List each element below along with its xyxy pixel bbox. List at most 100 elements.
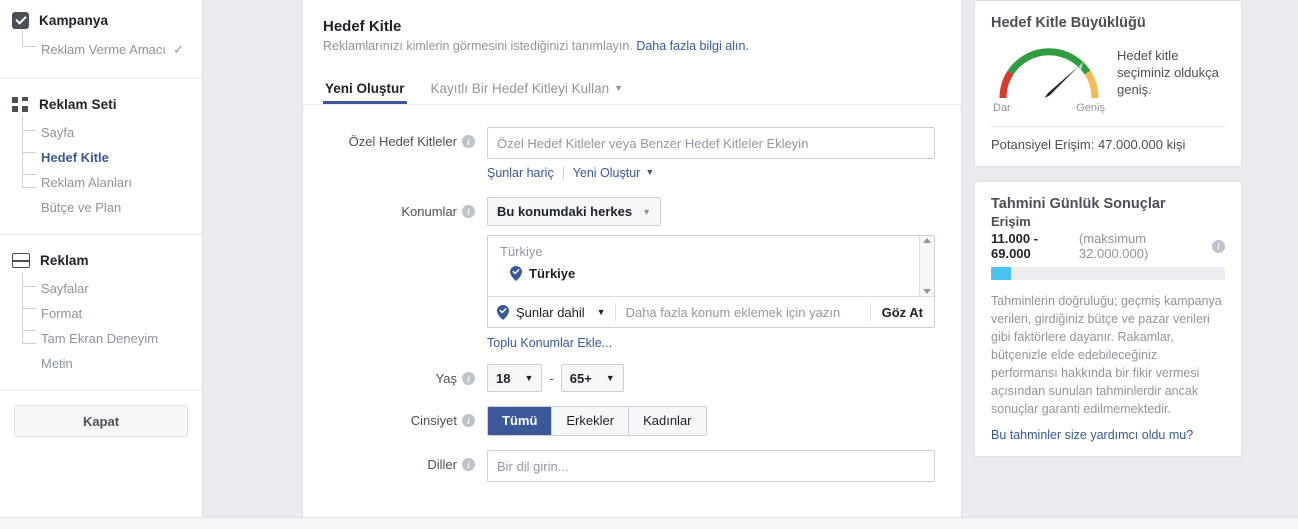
- map-pin-check-icon: [497, 304, 509, 320]
- age-min-select[interactable]: 18 ▼: [487, 364, 543, 392]
- languages-input[interactable]: [487, 450, 935, 482]
- estimated-range-value: 11.000 - 69.000: [991, 231, 1038, 261]
- scroll-up-icon[interactable]: [923, 238, 931, 243]
- sidebar-item-format[interactable]: Format: [0, 301, 202, 326]
- sidebar-section-title: Reklam Seti: [39, 97, 117, 112]
- chevron-down-icon: ▼: [614, 83, 624, 93]
- gauge-label-narrow: Dar: [993, 102, 1011, 114]
- sidebar-item-metin[interactable]: Metin: [0, 351, 202, 376]
- exclude-link[interactable]: Şunlar hariç: [487, 166, 554, 180]
- info-icon[interactable]: i: [462, 414, 475, 427]
- field-row-languages: Diller i: [323, 450, 941, 482]
- chevron-down-icon: ▼: [524, 373, 534, 383]
- ads-manager-audience-page: Kampanya Reklam Verme Amacı ✓ Reklam Set…: [0, 0, 1298, 529]
- custom-audiences-sublinks: Şunlar hariç Yeni Oluştur ▼: [487, 166, 941, 180]
- bulk-add-locations-link[interactable]: Toplu Konumlar Ekle...: [487, 336, 612, 350]
- info-icon[interactable]: i: [1212, 239, 1225, 253]
- gender-option-tumu[interactable]: Tümü: [488, 407, 553, 435]
- custom-audiences-label-group: Özel Hedef Kitleler i: [323, 127, 475, 149]
- audience-form: Özel Hedef Kitleler i Şunlar hariç Yeni …: [303, 105, 961, 482]
- main-panel: Hedef Kitle Reklamlarınızı kimlerin görm…: [302, 0, 962, 517]
- field-row-gender: Cinsiyet i Tümü Erkekler Kadınlar: [323, 406, 941, 436]
- age-label-group: Yaş i: [323, 364, 475, 386]
- gender-option-kadinlar[interactable]: Kadınlar: [629, 407, 706, 435]
- chevron-down-icon: ▼: [605, 373, 615, 383]
- age-label: Yaş: [435, 371, 457, 386]
- sidebar-item-label: Bütçe ve Plan: [41, 200, 122, 215]
- selected-locations-list: Türkiye Türkiye: [488, 236, 934, 296]
- browse-button[interactable]: Göz At: [871, 305, 934, 320]
- sidebar-item-reklam-verme-amaci[interactable]: Reklam Verme Amacı ✓: [0, 37, 202, 62]
- locations-label-group: Konumlar i: [323, 197, 475, 219]
- sidebar-item-sayfa[interactable]: Sayfa: [0, 120, 202, 145]
- field-row-age: Yaş i 18 ▼ - 65+ ▼: [323, 364, 941, 392]
- estimated-max-note: (maksimum 32.000.000): [1078, 231, 1149, 261]
- locations-field: Bu konumdaki herkes ▼ Türkiye Türkiye Şu…: [475, 197, 941, 350]
- tab-kayitli-hedef-kitle[interactable]: Kayıtlı Bir Hedef Kitleyi Kullan ▼: [429, 75, 626, 104]
- estimated-metric-label: Erişim: [991, 214, 1031, 229]
- sidebar-item-sayfalar[interactable]: Sayfalar: [0, 276, 202, 301]
- age-max-select[interactable]: 65+ ▼: [560, 364, 624, 392]
- divider: [562, 167, 564, 179]
- tab-yeni-olustur[interactable]: Yeni Oluştur: [323, 75, 407, 104]
- locations-scrollbar[interactable]: [919, 236, 934, 296]
- estimated-results-title: Tahmini Günlük Sonuçlar: [991, 196, 1166, 212]
- tab-label: Yeni Oluştur: [325, 81, 405, 96]
- create-new-link[interactable]: Yeni Oluştur ▼: [573, 166, 655, 180]
- sidebar-section-header-reklam-seti[interactable]: Reklam Seti: [0, 79, 202, 120]
- location-item-label: Türkiye: [529, 266, 576, 281]
- gauge-svg: [999, 48, 1099, 99]
- info-icon[interactable]: i: [462, 135, 475, 148]
- sidebar-item-label: Metin: [41, 356, 73, 371]
- close-button[interactable]: Kapat: [14, 405, 188, 437]
- age-separator: -: [549, 370, 554, 386]
- main-panel-bottom-edge: [302, 503, 962, 517]
- sidebar-item-hedef-kitle[interactable]: Hedef Kitle: [0, 145, 202, 170]
- sidebar-item-label: Reklam Verme Amacı: [41, 42, 166, 57]
- custom-audiences-input[interactable]: [487, 127, 935, 159]
- age-field: 18 ▼ - 65+ ▼: [475, 364, 941, 392]
- sidebar-item-butce-ve-plan[interactable]: Bütçe ve Plan: [0, 195, 202, 220]
- age-max-value: 65+: [569, 370, 592, 386]
- sidebar-items-kampanya: Reklam Verme Amacı ✓: [0, 31, 202, 78]
- sidebar-section-header-reklam[interactable]: Reklam: [0, 235, 202, 276]
- info-icon[interactable]: i: [462, 205, 475, 218]
- audience-size-card: Hedef Kitle Büyüklüğü Dar Geniş Hedef ki…: [974, 0, 1242, 167]
- custom-audiences-field: Şunlar hariç Yeni Oluştur ▼: [475, 127, 941, 180]
- estimated-results-card: Tahmini Günlük Sonuçlar Erişim 11.000 - …: [974, 181, 1242, 457]
- audience-size-gauge-group: Dar Geniş Hedef kitle seçiminiz oldukça …: [991, 41, 1225, 114]
- location-item-turkiye[interactable]: Türkiye: [488, 263, 934, 281]
- gender-label: Cinsiyet: [410, 413, 457, 428]
- sidebar-item-reklam-alanlari[interactable]: Reklam Alanları: [0, 170, 202, 195]
- gender-label-group: Cinsiyet i: [323, 406, 475, 428]
- sidebar-item-label: Sayfalar: [41, 281, 89, 296]
- sidebar-section-reklam-seti: Reklam Seti Sayfa Hedef Kitle Reklam Ala…: [0, 79, 202, 235]
- gender-option-erkekler[interactable]: Erkekler: [552, 407, 630, 435]
- estimated-range-row: 11.000 - 69.000 (maksimum 32.000.000) i: [991, 231, 1225, 261]
- page-bottom-strip: [0, 517, 1298, 529]
- estimates-feedback-link[interactable]: Bu tahminler size yardımcı oldu mu?: [991, 428, 1193, 442]
- location-mode-select[interactable]: Bu konumdaki herkes ▼: [487, 197, 662, 226]
- map-pin-check-icon: [510, 266, 522, 281]
- sidebar-item-tam-ekran-deneyim[interactable]: Tam Ekran Deneyim: [0, 326, 202, 351]
- chevron-down-icon: ▼: [596, 307, 606, 317]
- page-subtitle-text: Reklamlarınızı kimlerin görmesini istedi…: [323, 39, 633, 53]
- page-title: Hedef Kitle: [323, 18, 402, 35]
- sidebar-item-label: Format: [41, 306, 83, 321]
- include-mode-select[interactable]: Şunlar dahil ▼: [488, 304, 615, 320]
- estimated-reach-bar-track: [991, 267, 1225, 280]
- info-icon[interactable]: i: [462, 458, 475, 471]
- field-row-custom-audiences: Özel Hedef Kitleler i Şunlar hariç Yeni …: [323, 127, 941, 180]
- sidebar-items-reklam-seti: Sayfa Hedef Kitle Reklam Alanları Bütçe …: [0, 116, 202, 234]
- left-sidebar: Kampanya Reklam Verme Amacı ✓ Reklam Set…: [0, 0, 203, 517]
- bulk-locations: Toplu Konumlar Ekle...: [487, 336, 941, 350]
- estimated-reach-bar-fill: [991, 267, 1011, 280]
- sidebar-item-label: Reklam Alanları: [41, 175, 133, 190]
- main-header: Hedef Kitle Reklamlarınızı kimlerin görm…: [303, 0, 961, 53]
- learn-more-link[interactable]: Daha fazla bilgi alın.: [636, 39, 749, 53]
- chevron-down-icon: ▼: [642, 206, 652, 217]
- location-search-input[interactable]: [615, 304, 870, 320]
- info-icon[interactable]: i: [462, 372, 475, 385]
- window-icon: [12, 253, 30, 268]
- scroll-down-icon[interactable]: [923, 289, 931, 294]
